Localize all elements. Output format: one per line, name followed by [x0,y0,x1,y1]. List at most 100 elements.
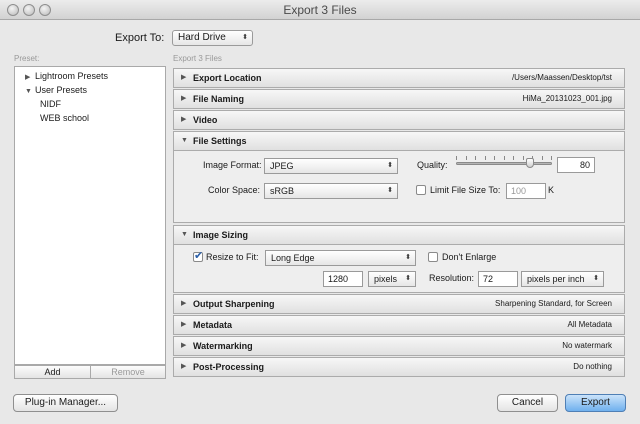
preset-label: Preset: [14,54,40,63]
section-post-processing[interactable]: ▶ Post-Processing Do nothing [173,357,625,377]
dont-enlarge-label: Don't Enlarge [442,252,497,262]
disclosure-collapsed-icon[interactable]: ▶ [181,316,191,334]
disclosure-collapsed-icon[interactable]: ▶ [181,111,191,129]
section-title: File Settings [193,136,247,146]
section-summary: Sharpening Standard, for Screen [495,299,612,308]
preset-folder-user[interactable]: ▼ User Presets [25,85,87,95]
color-space-value: sRGB [270,186,295,196]
limit-file-size-checkbox[interactable] [416,185,426,195]
section-summary: No watermark [562,341,612,350]
remove-preset-button[interactable]: Remove [90,365,166,379]
window-title: Export 3 Files [283,3,357,17]
popup-arrows-icon: ⬍ [593,275,599,282]
checkmark-icon: ✔ [194,250,204,262]
popup-arrows-icon: ⬍ [405,254,411,261]
image-format-select[interactable]: JPEG ⬍ [264,158,398,174]
resolution-input[interactable]: 72 [478,271,518,287]
disclosure-expanded-icon[interactable]: ▼ [25,88,35,95]
preset-item-nidf[interactable]: NIDF [40,99,61,109]
slider-tick [551,156,552,160]
image-format-label: Image Format: [203,160,262,170]
section-summary: HiMa_20131023_001.jpg [522,94,612,103]
cancel-button[interactable]: Cancel [497,394,558,412]
section-file-naming[interactable]: ▶ File Naming HiMa_20131023_001.jpg [173,89,625,109]
disclosure-expanded-icon[interactable]: ▼ [181,226,191,244]
section-title: Watermarking [193,341,253,351]
export-to-select[interactable]: Hard Drive ⬍ [172,30,253,46]
limit-file-size-input[interactable]: 100 [506,183,546,199]
resize-mode-select[interactable]: Long Edge ⬍ [265,250,416,266]
section-title: Export Location [193,73,262,83]
resolution-label: Resolution: [429,273,475,283]
quality-input[interactable]: 80 [557,157,595,173]
slider-tick [504,156,505,160]
size-unit-select[interactable]: pixels ⬍ [368,271,416,287]
section-file-settings[interactable]: ▼ File Settings [173,131,625,151]
plugin-manager-button[interactable]: Plug-in Manager... [13,394,118,412]
popup-arrows-icon: ⬍ [242,34,248,41]
preset-folder-lightroom[interactable]: ▶ Lightroom Presets [25,71,108,81]
section-title: Image Sizing [193,230,249,240]
section-export-location[interactable]: ▶ Export Location /Users/Maassen/Desktop… [173,68,625,88]
section-image-sizing[interactable]: ▼ Image Sizing [173,225,625,245]
color-space-label: Color Space: [208,185,261,195]
size-input[interactable]: 1280 [323,271,363,287]
slider-tick [475,156,476,160]
popup-arrows-icon: ⬍ [405,275,411,282]
section-title: File Naming [193,94,245,104]
export-to-label: Export To: [115,32,165,44]
disclosure-collapsed-icon[interactable]: ▶ [25,73,35,81]
disclosure-collapsed-icon[interactable]: ▶ [181,69,191,87]
preset-item-web-school[interactable]: WEB school [40,113,89,123]
section-title: Output Sharpening [193,299,275,309]
section-title: Post-Processing [193,362,265,372]
quality-slider-thumb[interactable] [526,158,534,168]
disclosure-collapsed-icon[interactable]: ▶ [181,295,191,313]
limit-file-size-unit: K [548,185,555,195]
section-output-sharpening[interactable]: ▶ Output Sharpening Sharpening Standard,… [173,294,625,314]
preset-folder-label: User Presets [35,85,88,95]
resize-to-fit-label: Resize to Fit: [206,252,259,262]
disclosure-expanded-icon[interactable]: ▼ [181,132,191,150]
quality-label: Quality: [417,160,448,170]
resolution-unit-select[interactable]: pixels per inch ⬍ [521,271,604,287]
add-preset-button[interactable]: Add [14,365,91,379]
quality-slider-track [456,162,552,165]
slider-tick [466,156,467,160]
section-watermarking[interactable]: ▶ Watermarking No watermark [173,336,625,356]
file-settings-body: Image Format: JPEG ⬍ Quality: 80 Color S… [173,151,625,223]
resolution-unit-value: pixels per inch [527,274,585,284]
disclosure-collapsed-icon[interactable]: ▶ [181,90,191,108]
section-summary: Do nothing [573,362,612,371]
resize-mode-value: Long Edge [271,253,315,263]
slider-tick [456,156,457,160]
title-bar: Export 3 Files [0,0,640,20]
dont-enlarge-checkbox[interactable] [428,252,438,262]
slider-tick [542,156,543,160]
preset-list: ▶ Lightroom Presets ▼ User Presets NIDF WE… [14,66,166,365]
main-header: Export 3 Files [173,54,222,63]
limit-file-size-label: Limit File Size To: [430,185,501,195]
section-summary: /Users/Maassen/Desktop/tst [511,73,612,82]
section-summary: All Metadata [567,320,612,329]
export-button[interactable]: Export [565,394,626,412]
disclosure-collapsed-icon[interactable]: ▶ [181,358,191,376]
color-space-select[interactable]: sRGB ⬍ [264,183,398,199]
section-metadata[interactable]: ▶ Metadata All Metadata [173,315,625,335]
section-title: Video [193,115,218,125]
section-title: Metadata [193,320,233,330]
slider-tick [523,156,524,160]
size-unit-value: pixels [374,274,398,284]
image-format-value: JPEG [270,161,294,171]
preset-folder-label: Lightroom Presets [35,71,109,81]
popup-arrows-icon: ⬍ [387,187,393,194]
resize-to-fit-checkbox[interactable]: ✔ [193,250,204,262]
export-to-value: Hard Drive [178,32,226,43]
slider-tick [494,156,495,160]
popup-arrows-icon: ⬍ [387,162,393,169]
disclosure-collapsed-icon[interactable]: ▶ [181,337,191,355]
section-video[interactable]: ▶ Video [173,110,625,130]
quality-slider[interactable] [456,155,552,173]
slider-tick [513,156,514,160]
image-sizing-body: ✔ Resize to Fit: Long Edge ⬍ Don't Enlar… [173,245,625,293]
